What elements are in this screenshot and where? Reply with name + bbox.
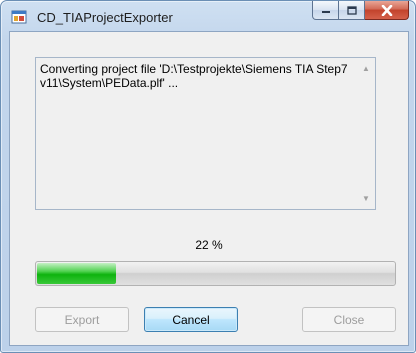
close-window-button[interactable] [365, 1, 409, 20]
minimize-icon [321, 11, 330, 13]
dialog-client-area: Converting project file 'D:\Testprojekte… [9, 31, 409, 346]
maximize-button[interactable] [339, 1, 365, 20]
title-bar[interactable]: CD_TIAProjectExporter [1, 1, 415, 31]
progress-bar [35, 261, 396, 286]
progress-percent-label: 22 % [195, 238, 223, 252]
application-icon [11, 10, 27, 24]
log-text: Converting project file 'D:\Testprojekte… [40, 62, 348, 90]
scroll-down-icon[interactable]: ▼ [362, 194, 370, 203]
app-window: CD_TIAProjectExporter Converting project… [0, 0, 416, 353]
export-button[interactable]: Export [35, 307, 129, 332]
maximize-icon [346, 5, 357, 15]
minimize-button[interactable] [312, 1, 339, 20]
caption-buttons [312, 1, 409, 21]
close-button[interactable]: Close [302, 307, 396, 332]
cancel-button[interactable]: Cancel [144, 307, 238, 332]
scroll-up-icon[interactable]: ▲ [362, 64, 370, 73]
close-icon [381, 4, 392, 16]
log-textbox[interactable]: Converting project file 'D:\Testprojekte… [35, 57, 376, 210]
window-title: CD_TIAProjectExporter [37, 10, 173, 25]
vertical-scrollbar[interactable]: ▲ ▼ [358, 58, 375, 209]
progress-bar-fill [37, 263, 116, 284]
